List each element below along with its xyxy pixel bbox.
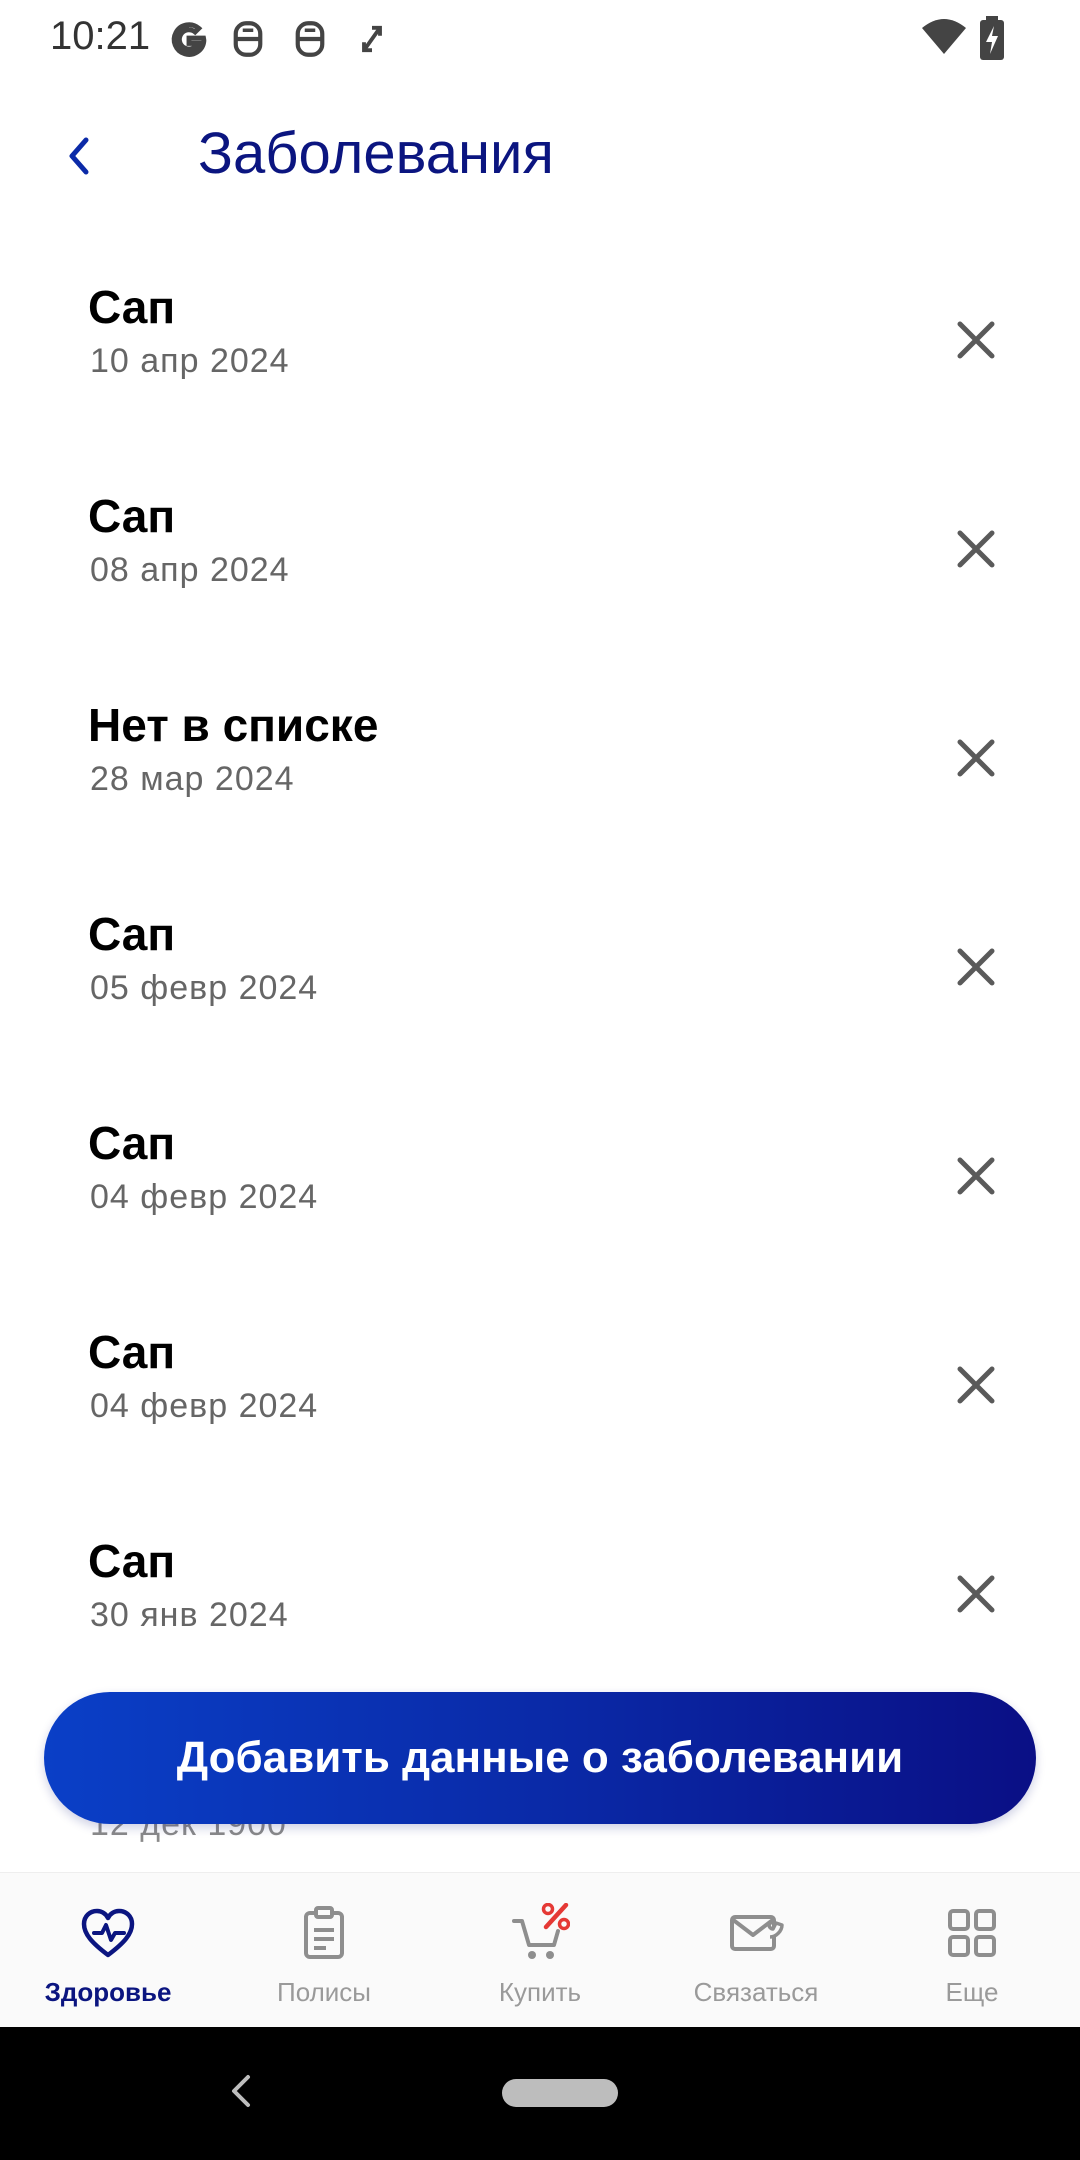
- cart-percent-icon: [512, 1903, 570, 1959]
- close-icon: [957, 948, 995, 986]
- remove-button[interactable]: [950, 314, 1002, 366]
- close-icon: [957, 739, 995, 777]
- remove-button[interactable]: [950, 1568, 1002, 1620]
- item-date: 08 апр 2024: [90, 551, 290, 589]
- heart-pulse-icon: [81, 1908, 135, 1958]
- nav-label: Связаться: [693, 1977, 819, 2007]
- item-date: 04 февр 2024: [90, 1178, 319, 1216]
- nav-label: Еще: [945, 1977, 999, 2007]
- status-bar: 10:21: [0, 0, 1080, 80]
- remove-button[interactable]: [950, 1359, 1002, 1411]
- nav-label: Здоровье: [44, 1977, 172, 2007]
- app-bar: Заболевания: [0, 100, 1080, 212]
- item-title: Сап: [88, 908, 176, 960]
- item-title: Нет в списке: [88, 699, 379, 751]
- chevron-left-icon: [69, 137, 89, 175]
- close-icon: [957, 321, 995, 359]
- nav-item-contact[interactable]: Связаться: [648, 1873, 864, 2028]
- battery-charging-icon: [978, 16, 1006, 65]
- illness-list: Сап 10 апр 2024 Сап 08 апр 2024 Нет в сп…: [0, 250, 1080, 1650]
- item-title: Сап: [88, 1117, 176, 1169]
- google-icon: [168, 18, 210, 65]
- item-title: Сап: [88, 281, 176, 333]
- item-title: Сап: [88, 1326, 176, 1378]
- nav-item-buy[interactable]: Купить: [432, 1873, 648, 2028]
- remove-button[interactable]: [950, 1150, 1002, 1202]
- bottom-nav: Здоровье Полисы Купить Связаться Еще: [0, 1872, 1080, 2028]
- grid-icon: [948, 1909, 996, 1957]
- bug-icon: [292, 18, 328, 65]
- add-illness-button[interactable]: Добавить данные о заболевании: [44, 1692, 1036, 1824]
- item-date: 05 февр 2024: [90, 969, 319, 1007]
- list-item[interactable]: Нет в списке 28 мар 2024: [0, 668, 1080, 848]
- wifi-icon: [920, 16, 968, 61]
- back-button[interactable]: [50, 126, 110, 186]
- item-title: Сап: [88, 1535, 176, 1587]
- item-date: 04 февр 2024: [90, 1387, 319, 1425]
- nav-label: Купить: [498, 1977, 582, 2007]
- status-time: 10:21: [50, 14, 151, 58]
- nav-item-health[interactable]: Здоровье: [0, 1873, 216, 2028]
- mail-phone-icon: [730, 1915, 784, 1951]
- list-item[interactable]: Сап 08 апр 2024: [0, 459, 1080, 639]
- list-item[interactable]: Сап 05 февр 2024: [0, 877, 1080, 1057]
- close-icon: [957, 530, 995, 568]
- nav-label: Полисы: [277, 1977, 371, 2007]
- item-date: 30 янв 2024: [90, 1596, 289, 1634]
- list-item[interactable]: Сап 04 февр 2024: [0, 1295, 1080, 1475]
- item-date: 10 апр 2024: [90, 342, 290, 380]
- close-icon: [957, 1157, 995, 1195]
- chevron-left-icon: [232, 2075, 250, 2107]
- item-title: Сап: [88, 490, 176, 542]
- bug-icon: [230, 18, 266, 65]
- remove-button[interactable]: [950, 732, 1002, 784]
- clipboard-icon: [304, 1906, 344, 1959]
- page-title: Заболевания: [198, 121, 554, 186]
- list-item[interactable]: Сап 04 февр 2024: [0, 1086, 1080, 1266]
- list-item[interactable]: Сап 30 янв 2024: [0, 1504, 1080, 1650]
- remove-button[interactable]: [950, 941, 1002, 993]
- nav-item-more[interactable]: Еще: [864, 1873, 1080, 2028]
- system-nav-bar: [0, 2027, 1080, 2160]
- nav-item-policies[interactable]: Полисы: [216, 1873, 432, 2028]
- remove-button[interactable]: [950, 523, 1002, 575]
- expand-icon: [356, 18, 388, 65]
- list-item[interactable]: Сап 10 апр 2024: [0, 250, 1080, 430]
- system-back-button[interactable]: [226, 2071, 256, 2116]
- close-icon: [957, 1366, 995, 1404]
- item-date: 28 мар 2024: [90, 760, 295, 798]
- close-icon: [957, 1575, 995, 1613]
- system-home-button[interactable]: [502, 2079, 618, 2107]
